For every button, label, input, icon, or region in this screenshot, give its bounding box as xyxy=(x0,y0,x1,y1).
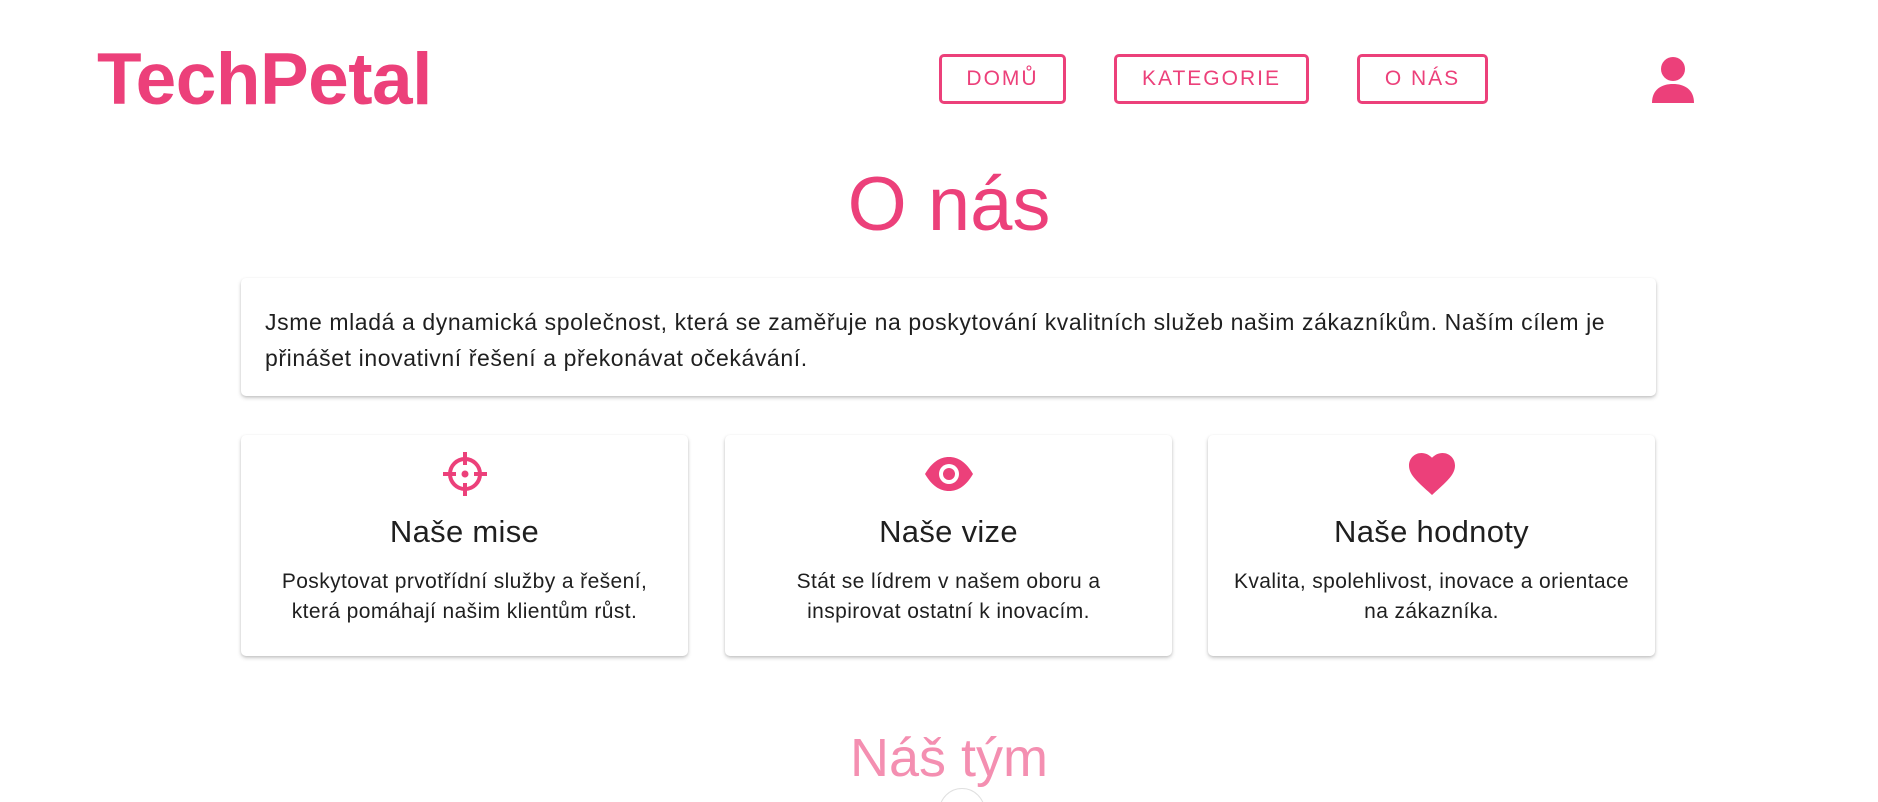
site-logo[interactable]: TechPetal xyxy=(97,36,432,124)
account-icon[interactable] xyxy=(1650,55,1696,105)
vision-card: Naše vize Stát se lídrem v našem oboru a… xyxy=(725,435,1172,656)
about-page: TechPetal DOMŮ KATEGORIE O NÁS O nás Jsm… xyxy=(0,0,1878,802)
crosshair-icon xyxy=(442,452,487,496)
values-description: Kvalita, spolehlivost, inovace a orienta… xyxy=(1233,570,1629,623)
team-section-title: Náš tým xyxy=(849,728,1049,788)
intro-text: Jsme mladá a dynamická společnost, která… xyxy=(265,309,1606,371)
intro-card: Jsme mladá a dynamická společnost, která… xyxy=(241,278,1656,396)
vision-title: Naše vize xyxy=(879,514,1018,549)
nav-button-about[interactable]: O NÁS xyxy=(1357,54,1488,104)
heart-icon xyxy=(1408,453,1455,495)
mission-card: Naše mise Poskytovat prvotřídní služby a… xyxy=(241,435,688,656)
team-avatar xyxy=(939,788,985,802)
values-title: Naše hodnoty xyxy=(1334,514,1529,549)
vision-description: Stát se lídrem v našem oboru a inspirova… xyxy=(796,570,1101,623)
nav-button-home[interactable]: DOMŮ xyxy=(939,54,1066,104)
nav-button-categories[interactable]: KATEGORIE xyxy=(1114,54,1309,104)
mission-title: Naše mise xyxy=(389,514,540,549)
mission-description: Poskytovat prvotřídní služby a řešení, k… xyxy=(281,570,648,623)
eye-icon xyxy=(924,457,973,491)
page-title: O nás xyxy=(847,162,1051,247)
values-card: Naše hodnoty Kvalita, spolehlivost, inov… xyxy=(1208,435,1655,656)
